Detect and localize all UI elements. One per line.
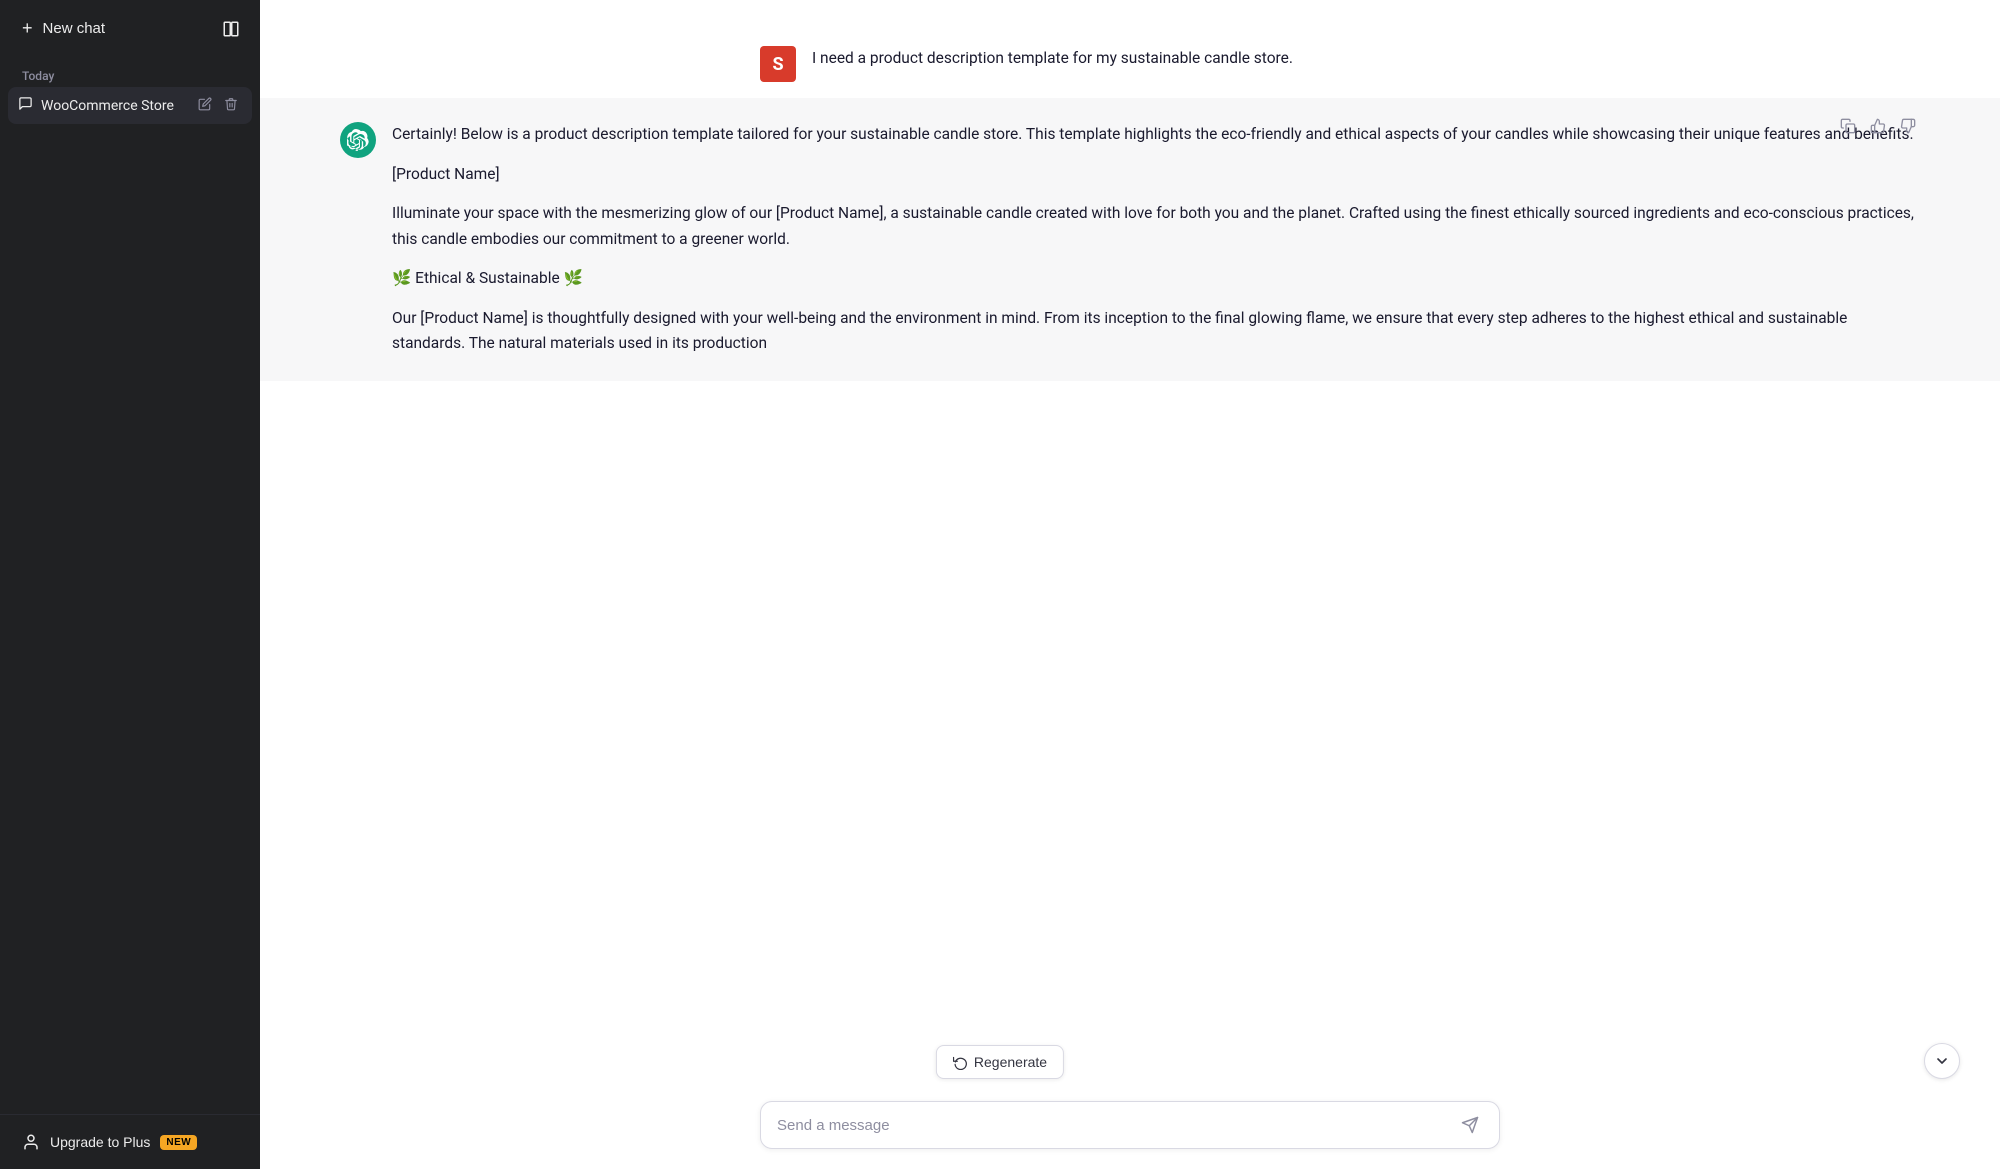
sidebar-bottom: Upgrade to Plus NEW xyxy=(0,1114,260,1169)
plus-icon: + xyxy=(22,18,33,39)
assistant-avatar xyxy=(340,122,376,158)
chat-item-actions xyxy=(194,95,242,116)
sidebar: + New chat Today WooCommerce Store xyxy=(0,0,260,1169)
user-message-text: I need a product description template fo… xyxy=(812,46,1500,72)
scroll-down-icon xyxy=(1934,1053,1950,1069)
regenerate-area: Regenerate xyxy=(936,1045,1064,1079)
chat-bubble-icon xyxy=(18,96,33,115)
assistant-message: Certainly! Below is a product descriptio… xyxy=(260,98,2000,381)
main-content: S I need a product description template … xyxy=(260,0,2000,1169)
assistant-para-2: [Product Name] xyxy=(392,162,1920,188)
upgrade-label: Upgrade to Plus xyxy=(50,1134,150,1150)
chat-history: Today WooCommerce Store xyxy=(0,57,260,1114)
openai-logo-icon xyxy=(347,129,369,151)
chat-item-label: WooCommerce Store xyxy=(41,98,186,114)
upgrade-badge: NEW xyxy=(160,1135,197,1150)
scroll-down-button[interactable] xyxy=(1924,1043,1960,1079)
sidebar-item-woocommerce-store[interactable]: WooCommerce Store xyxy=(8,87,252,124)
edit-chat-button[interactable] xyxy=(194,95,216,116)
thumbs-up-button[interactable] xyxy=(1866,114,1890,138)
message-input[interactable] xyxy=(777,1117,1457,1134)
assistant-para-1: Certainly! Below is a product descriptio… xyxy=(392,122,1920,148)
message-actions xyxy=(1836,114,1920,138)
assistant-para-4: 🌿 Ethical & Sustainable 🌿 xyxy=(392,266,1920,292)
sidebar-top: + New chat xyxy=(0,0,260,57)
send-icon xyxy=(1461,1116,1479,1134)
assistant-para-5: Our [Product Name] is thoughtfully desig… xyxy=(392,306,1920,357)
chat-messages: S I need a product description template … xyxy=(260,0,2000,1085)
message-input-box xyxy=(760,1101,1500,1149)
assistant-para-3: Illuminate your space with the mesmerizi… xyxy=(392,201,1920,252)
user-avatar: S xyxy=(760,46,796,82)
layout-toggle-button[interactable] xyxy=(214,12,248,46)
send-button[interactable] xyxy=(1457,1114,1483,1136)
input-area xyxy=(260,1085,2000,1169)
assistant-message-content: Certainly! Below is a product descriptio… xyxy=(392,122,1920,357)
user-message-content: I need a product description template fo… xyxy=(812,46,1500,82)
new-chat-label: New chat xyxy=(43,20,106,37)
delete-chat-button[interactable] xyxy=(220,95,242,116)
new-chat-button[interactable]: + New chat xyxy=(12,10,206,47)
upgrade-to-plus-button[interactable]: Upgrade to Plus NEW xyxy=(12,1125,248,1159)
layout-icon xyxy=(222,20,240,38)
copy-message-button[interactable] xyxy=(1836,114,1860,138)
regenerate-button[interactable]: Regenerate xyxy=(936,1045,1064,1079)
regenerate-icon xyxy=(953,1055,968,1070)
regenerate-label: Regenerate xyxy=(974,1054,1047,1070)
user-message: S I need a product description template … xyxy=(680,30,1580,98)
thumbs-down-button[interactable] xyxy=(1896,114,1920,138)
section-today-label: Today xyxy=(8,61,252,87)
user-icon xyxy=(22,1133,40,1151)
